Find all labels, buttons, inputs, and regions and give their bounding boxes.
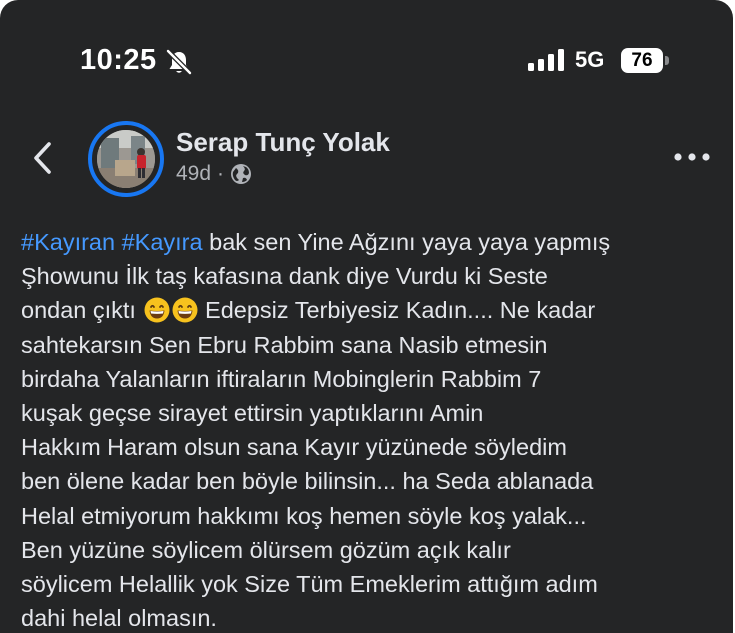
more-dots-icon[interactable] bbox=[672, 150, 712, 164]
network-type: 5G bbox=[575, 47, 605, 72]
avatar[interactable] bbox=[88, 121, 164, 197]
battery-level: 76 bbox=[621, 48, 663, 73]
author-name[interactable]: Serap Tunç Yolak bbox=[176, 127, 390, 158]
bell-slash-icon bbox=[166, 49, 192, 75]
chevron-left-icon[interactable] bbox=[28, 138, 58, 178]
grinning-face-emoji bbox=[172, 297, 197, 323]
post-text-segment: Edepsiz Terbiyesiz Kadın.... Ne kadar sa… bbox=[21, 297, 598, 632]
battery-tip bbox=[665, 56, 669, 65]
hashtag-link[interactable]: #Kayıran bbox=[21, 229, 115, 255]
globe-icon bbox=[231, 164, 252, 184]
post-text: #Kayıran #Kayıra bak sen Yine Ağzını yay… bbox=[21, 225, 721, 633]
hashtag-link[interactable]: #Kayıra bbox=[122, 229, 203, 255]
meta-separator: · bbox=[217, 162, 225, 185]
post-age[interactable]: 49d bbox=[176, 162, 211, 186]
post-meta: 49d · bbox=[176, 162, 252, 186]
grinning-face-emoji bbox=[144, 297, 169, 323]
post-screen: 10:25 5G 76 Serap Tunç Yolak 49d · #Kayı… bbox=[0, 0, 733, 633]
status-time: 10:25 bbox=[80, 44, 157, 76]
profile-photo bbox=[97, 130, 155, 188]
cellular-signal-icon bbox=[528, 49, 564, 71]
